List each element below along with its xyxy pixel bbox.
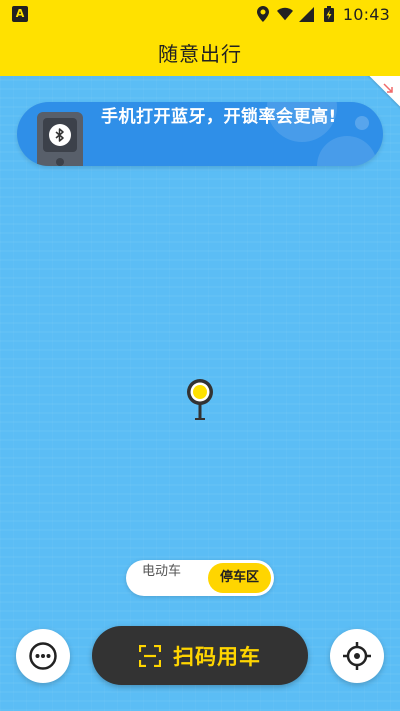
phone-button (56, 158, 64, 166)
page-title: 随意出行 (158, 41, 242, 66)
wifi-icon (276, 6, 293, 22)
battery-icon (321, 6, 337, 22)
scan-to-ride-button[interactable]: 扫码用车 (92, 626, 308, 685)
scan-button-label: 扫码用车 (173, 644, 261, 669)
status-icons: 10:43 (255, 4, 390, 24)
toggle-option-ebike[interactable]: 电动车 (142, 560, 181, 596)
bluetooth-banner[interactable]: 手机打开蓝牙，开锁率会更高! (17, 102, 383, 166)
more-icon (29, 642, 57, 670)
more-button[interactable] (16, 629, 70, 683)
status-time: 10:43 (342, 4, 390, 24)
bluetooth-icon (49, 124, 71, 146)
scan-icon (139, 644, 161, 667)
locate-icon (343, 642, 371, 670)
header: 随意出行 (0, 28, 400, 76)
toggle-option-parking[interactable]: 停车区 (207, 563, 271, 593)
locate-button[interactable] (330, 629, 384, 683)
location-pin-icon (186, 378, 214, 426)
location-icon (255, 6, 271, 22)
phone-screen (43, 118, 77, 152)
phone-illustration (37, 112, 83, 166)
banner-decoration (355, 116, 369, 130)
app-badge-icon: A (12, 6, 28, 22)
vehicle-type-toggle: 电动车 停车区 (126, 560, 274, 596)
ribbon-arrow-icon (383, 83, 393, 93)
status-bar: A 10:43 (0, 0, 400, 28)
bluetooth-banner-text: 手机打开蓝牙，开锁率会更高! (101, 107, 337, 127)
signal-icon (299, 6, 315, 22)
